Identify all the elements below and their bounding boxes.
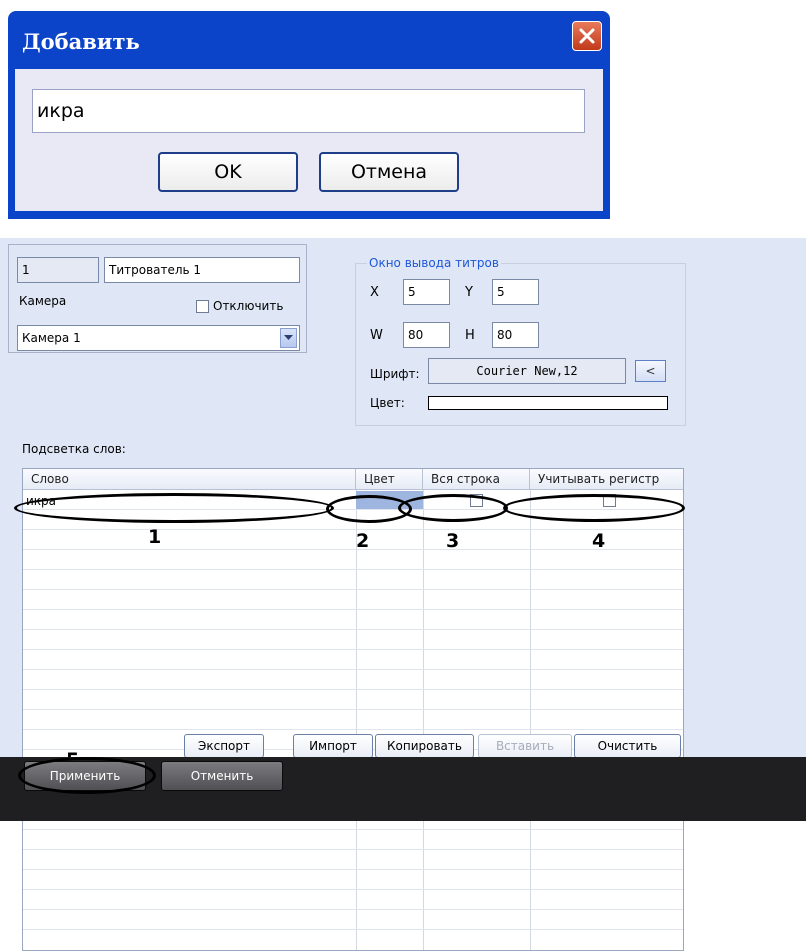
h-label: H: [465, 328, 475, 343]
annotation-ellipse-4: [503, 494, 685, 522]
w-field[interactable]: 80: [403, 322, 450, 348]
color-picker[interactable]: [428, 396, 668, 410]
camera-select[interactable]: Камера 1: [17, 325, 300, 351]
column-header-color[interactable]: Цвет: [356, 469, 423, 490]
titler-id-field[interactable]: 1: [17, 257, 99, 283]
disable-checkbox[interactable]: [196, 300, 209, 313]
chevron-down-icon[interactable]: [280, 328, 297, 348]
copy-button[interactable]: Копировать: [375, 734, 474, 758]
font-label: Шрифт:: [370, 367, 420, 381]
dialog-body: икра OK Отмена: [15, 69, 603, 211]
annotation-number-4: 4: [592, 530, 606, 552]
annotation-ellipse-1: [14, 493, 334, 523]
highlight-title: Подсветка слов:: [22, 442, 126, 456]
word-input[interactable]: икра: [32, 89, 585, 133]
column-header-match-case[interactable]: Учитывать регистр: [530, 469, 683, 490]
export-button[interactable]: Экспорт: [184, 734, 264, 758]
y-field[interactable]: 5: [492, 279, 539, 305]
camera-label: Камера: [19, 294, 67, 308]
font-field: Courier New,12: [428, 358, 626, 384]
dialog-title: Добавить: [22, 29, 140, 54]
x-label: X: [370, 285, 379, 300]
column-header-word[interactable]: Слово: [23, 469, 356, 490]
x-field[interactable]: 5: [403, 279, 450, 305]
ok-button[interactable]: OK: [158, 152, 298, 192]
w-label: W: [370, 328, 383, 343]
annotation-number-2: 2: [356, 530, 370, 552]
close-icon: [579, 28, 595, 44]
cancel-button[interactable]: Отмена: [319, 152, 459, 192]
close-button[interactable]: [572, 21, 602, 51]
add-dialog: Добавить икра OK Отмена: [8, 11, 610, 219]
annotation-number-3: 3: [446, 530, 460, 552]
font-picker-button[interactable]: <: [635, 360, 666, 382]
titler-name-field[interactable]: Титрователь 1: [104, 257, 300, 283]
font-picker-button-label: <: [645, 364, 656, 378]
import-button[interactable]: Импорт: [293, 734, 373, 758]
annotation-ellipse-5: [18, 757, 156, 794]
column-header-whole-line[interactable]: Вся строка: [423, 469, 530, 490]
h-field[interactable]: 80: [492, 322, 539, 348]
output-window-title: Окно вывода титров: [367, 256, 501, 270]
clear-button[interactable]: Очистить: [574, 734, 681, 758]
annotation-ellipse-3: [398, 494, 508, 522]
y-label: Y: [465, 285, 473, 300]
highlight-table: Слово Цвет Вся строка Учитывать регистр …: [22, 468, 684, 951]
titler-group: 1 Титрователь 1 Камера Отключить Камера …: [8, 244, 307, 353]
titler-settings-panel: 1 Титрователь 1 Камера Отключить Камера …: [0, 238, 806, 951]
annotation-number-1: 1: [148, 526, 162, 548]
bottom-bar: Применить Отменить: [0, 757, 806, 821]
paste-button[interactable]: Вставить: [478, 734, 572, 758]
camera-select-value: Камера 1: [22, 331, 81, 345]
disable-label: Отключить: [213, 299, 284, 313]
color-label: Цвет:: [370, 396, 405, 410]
cancel-changes-button[interactable]: Отменить: [161, 761, 283, 791]
